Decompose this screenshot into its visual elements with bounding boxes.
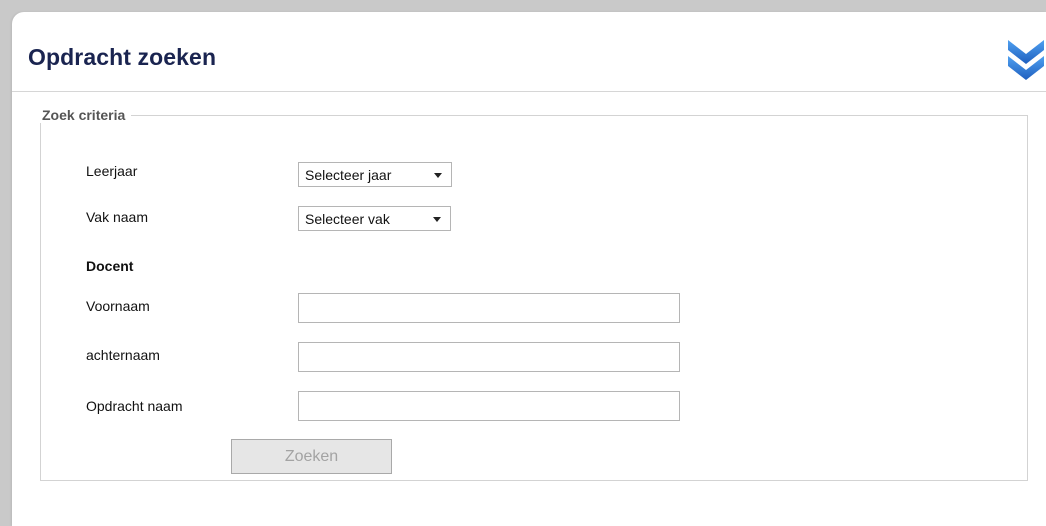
voornaam-label: Voornaam	[86, 298, 150, 314]
leerjaar-select[interactable]: Selecteer jaar	[298, 162, 452, 187]
dropdown-caret-icon	[433, 217, 441, 222]
zoeken-button[interactable]: Zoeken	[231, 439, 392, 474]
page-title: Opdracht zoeken	[28, 44, 217, 70]
vak-naam-select[interactable]: Selecteer vak	[298, 206, 451, 231]
docent-heading: Docent	[86, 258, 134, 274]
achternaam-input[interactable]	[298, 342, 680, 372]
leerjaar-label: Leerjaar	[86, 163, 138, 179]
vak-selected-value: Selecteer vak	[305, 210, 390, 227]
opdracht-naam-input[interactable]	[298, 391, 680, 421]
dropdown-caret-icon	[434, 173, 442, 178]
double-chevron-down-icon[interactable]	[1006, 36, 1046, 80]
criteria-legend: Zoek criteria	[42, 107, 126, 123]
voornaam-input[interactable]	[298, 293, 680, 323]
leerjaar-selected-value: Selecteer jaar	[305, 166, 392, 183]
vak-naam-label: Vak naam	[86, 209, 148, 225]
header-divider	[12, 91, 1046, 92]
opdracht-naam-label: Opdracht naam	[86, 398, 183, 414]
achternaam-label: achternaam	[86, 347, 160, 363]
